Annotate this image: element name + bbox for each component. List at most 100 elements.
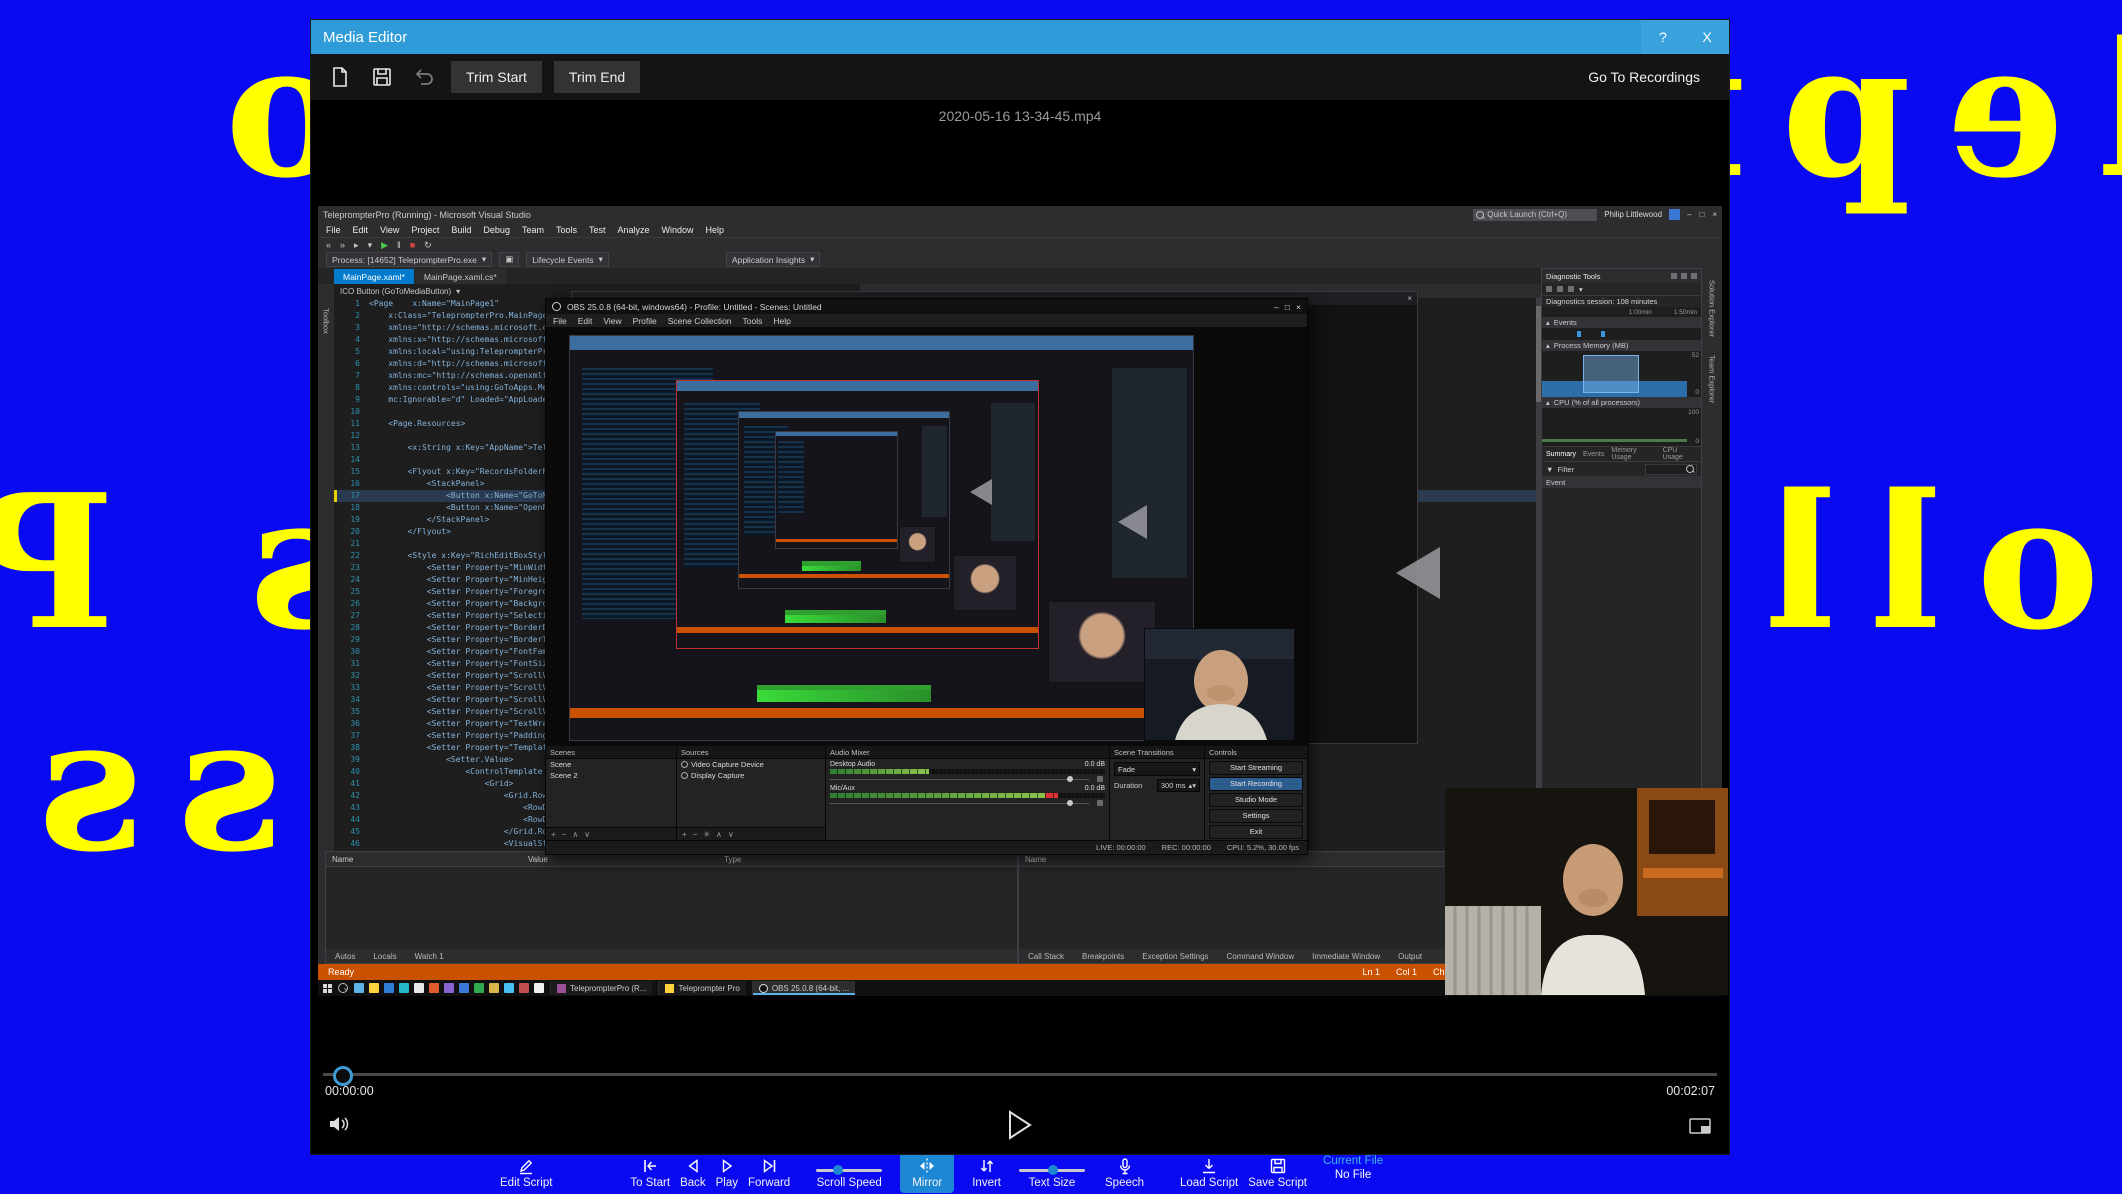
media-editor-titlebar[interactable]: Media Editor ? X — [311, 20, 1729, 54]
stop-icon[interactable]: ■ — [410, 240, 415, 250]
vs-menu-item[interactable]: File — [326, 225, 341, 235]
to-start-button[interactable]: To Start — [630, 1155, 670, 1189]
obs-menu-item[interactable]: View — [603, 316, 621, 326]
taskbar-app-icon[interactable] — [444, 983, 454, 993]
slider-knob[interactable] — [1048, 1165, 1059, 1175]
load-script-button[interactable]: Load Script — [1180, 1155, 1238, 1189]
vs-menu-item[interactable]: Team — [522, 225, 544, 235]
diagnostics-tab[interactable]: Summary — [1546, 451, 1576, 458]
events-section-header[interactable]: ▴ Events — [1542, 317, 1701, 328]
vs-menu-item[interactable]: Build — [451, 225, 471, 235]
edit-script-button[interactable]: Edit Script — [500, 1155, 552, 1189]
gear-icon[interactable]: ✳ — [703, 830, 710, 839]
seek-handle[interactable] — [333, 1066, 353, 1086]
pane-tab[interactable]: Breakpoints — [1073, 949, 1133, 963]
save-icon[interactable]: ▾ — [368, 240, 373, 251]
event-column-header[interactable]: Event — [1542, 476, 1701, 488]
volume-slider[interactable] — [830, 799, 1105, 807]
play-script-button[interactable]: Play — [716, 1155, 738, 1189]
restart-icon[interactable]: ↻ — [424, 240, 432, 251]
toolbox-tab[interactable]: Toolbox — [322, 308, 331, 861]
taskbar-app-icon[interactable] — [489, 983, 499, 993]
volume-slider[interactable] — [830, 775, 1105, 783]
vs-menu-item[interactable]: Window — [662, 225, 694, 235]
process-dropdown[interactable]: Process: [14652] TeleprompterPro.exe ▾ — [326, 252, 493, 267]
remove-icon[interactable]: − — [693, 830, 698, 839]
move-up-icon[interactable]: ∧ — [572, 830, 578, 839]
tab-mainpage-xaml-cs[interactable]: MainPage.xaml.cs* — [414, 269, 506, 284]
pane-tab[interactable]: Autos — [326, 949, 364, 963]
forward-icon[interactable]: » — [340, 240, 345, 250]
autos-body[interactable] — [326, 867, 1017, 949]
taskbar-app-icon[interactable] — [354, 983, 364, 993]
open-file-button[interactable] — [325, 62, 355, 92]
taskbar-app-icon[interactable] — [414, 983, 424, 993]
back-icon[interactable]: « — [326, 240, 331, 250]
column-header[interactable]: Value — [522, 855, 718, 864]
close-icon[interactable]: × — [1407, 294, 1412, 303]
taskbar-app-icon[interactable] — [474, 983, 484, 993]
vs-menu-item[interactable]: Edit — [353, 225, 369, 235]
minimize-icon[interactable]: – — [1274, 302, 1279, 312]
mirror-toggle-active[interactable]: Mirror — [900, 1152, 955, 1193]
quick-launch-box[interactable]: Quick Launch (Ctrl+Q) — [1473, 208, 1598, 221]
pause-icon[interactable] — [1671, 273, 1677, 279]
seek-bar[interactable] — [323, 1073, 1717, 1076]
source-item[interactable]: Display Capture — [677, 770, 825, 781]
obs-menu-item[interactable]: Profile — [633, 316, 657, 326]
memory-section-header[interactable]: ▴ Process Memory (MB) — [1542, 340, 1701, 351]
column-header[interactable]: Name — [326, 855, 522, 864]
events-search-input[interactable] — [1645, 463, 1697, 475]
maximize-icon[interactable]: □ — [1285, 302, 1290, 312]
obs-control-button[interactable]: Settings — [1209, 808, 1303, 823]
column-header[interactable]: Name — [1019, 855, 1215, 864]
taskbar-window-obs[interactable]: OBS 25.0.8 (64-bit, ... — [751, 981, 856, 995]
gear-icon[interactable] — [1681, 273, 1687, 279]
new-file-icon[interactable]: ▸ — [354, 240, 359, 251]
vs-menu-item[interactable]: Analyze — [618, 225, 650, 235]
speaker-icon[interactable] — [1097, 776, 1103, 782]
obs-control-button[interactable]: Exit — [1209, 824, 1303, 839]
remove-icon[interactable]: − — [562, 830, 567, 839]
obs-menu-item[interactable]: File — [553, 316, 567, 326]
vs-menu-item[interactable]: Project — [411, 225, 439, 235]
vs-window-controls[interactable]: – □ × — [1687, 210, 1717, 219]
move-down-icon[interactable]: ∨ — [584, 830, 590, 839]
add-icon[interactable]: + — [551, 830, 556, 839]
vs-menu-item[interactable]: Tools — [556, 225, 577, 235]
forward-button[interactable]: Forward — [748, 1155, 790, 1189]
obs-menu-item[interactable]: Help — [773, 316, 790, 326]
obs-menu-item[interactable]: Tools — [743, 316, 763, 326]
obs-control-button[interactable]: Studio Mode — [1209, 792, 1303, 807]
continue-icon[interactable]: ▶ — [381, 240, 388, 251]
help-button[interactable]: ? — [1641, 20, 1685, 54]
pane-tab[interactable]: Locals — [364, 949, 405, 963]
cpu-section-header[interactable]: ▴ CPU (% of all processors) — [1542, 397, 1701, 408]
vs-menu-item[interactable]: Test — [589, 225, 606, 235]
pane-tab[interactable]: Output — [1389, 949, 1431, 963]
taskbar-app-icon[interactable] — [399, 983, 409, 993]
invert-button[interactable]: Invert — [972, 1155, 1001, 1189]
obs-preview[interactable] — [546, 327, 1307, 746]
add-icon[interactable]: + — [682, 830, 687, 839]
close-icon[interactable] — [1691, 273, 1697, 279]
timeline-icon[interactable] — [1568, 286, 1574, 292]
stack-frame-icon[interactable]: ▣ — [499, 252, 520, 267]
reset-icon[interactable] — [1557, 286, 1563, 292]
diagnostics-tab[interactable]: CPU Usage — [1663, 447, 1697, 461]
vs-menu-item[interactable]: Help — [706, 225, 725, 235]
trim-end-button[interactable]: Trim End — [553, 61, 641, 93]
picture-in-picture-button[interactable] — [1689, 1118, 1713, 1141]
obs-menu-item[interactable]: Scene Collection — [668, 316, 732, 326]
source-item[interactable]: Video Capture Device — [677, 759, 825, 770]
taskbar-app-icon[interactable] — [519, 983, 529, 993]
team-explorer-tab[interactable]: Team Explorer — [1708, 355, 1717, 403]
pane-tab[interactable]: Watch 1 — [406, 949, 453, 963]
taskbar-app-icon[interactable] — [384, 983, 394, 993]
taskbar-window-teleprompter[interactable]: Teleprompter Pro — [658, 981, 746, 995]
taskbar-app-icon[interactable] — [429, 983, 439, 993]
text-size-slider[interactable]: Text Size — [1019, 1155, 1085, 1189]
slider-knob[interactable] — [833, 1165, 844, 1175]
scroll-speed-slider[interactable]: Scroll Speed — [816, 1155, 883, 1189]
trim-start-button[interactable]: Trim Start — [451, 61, 542, 93]
